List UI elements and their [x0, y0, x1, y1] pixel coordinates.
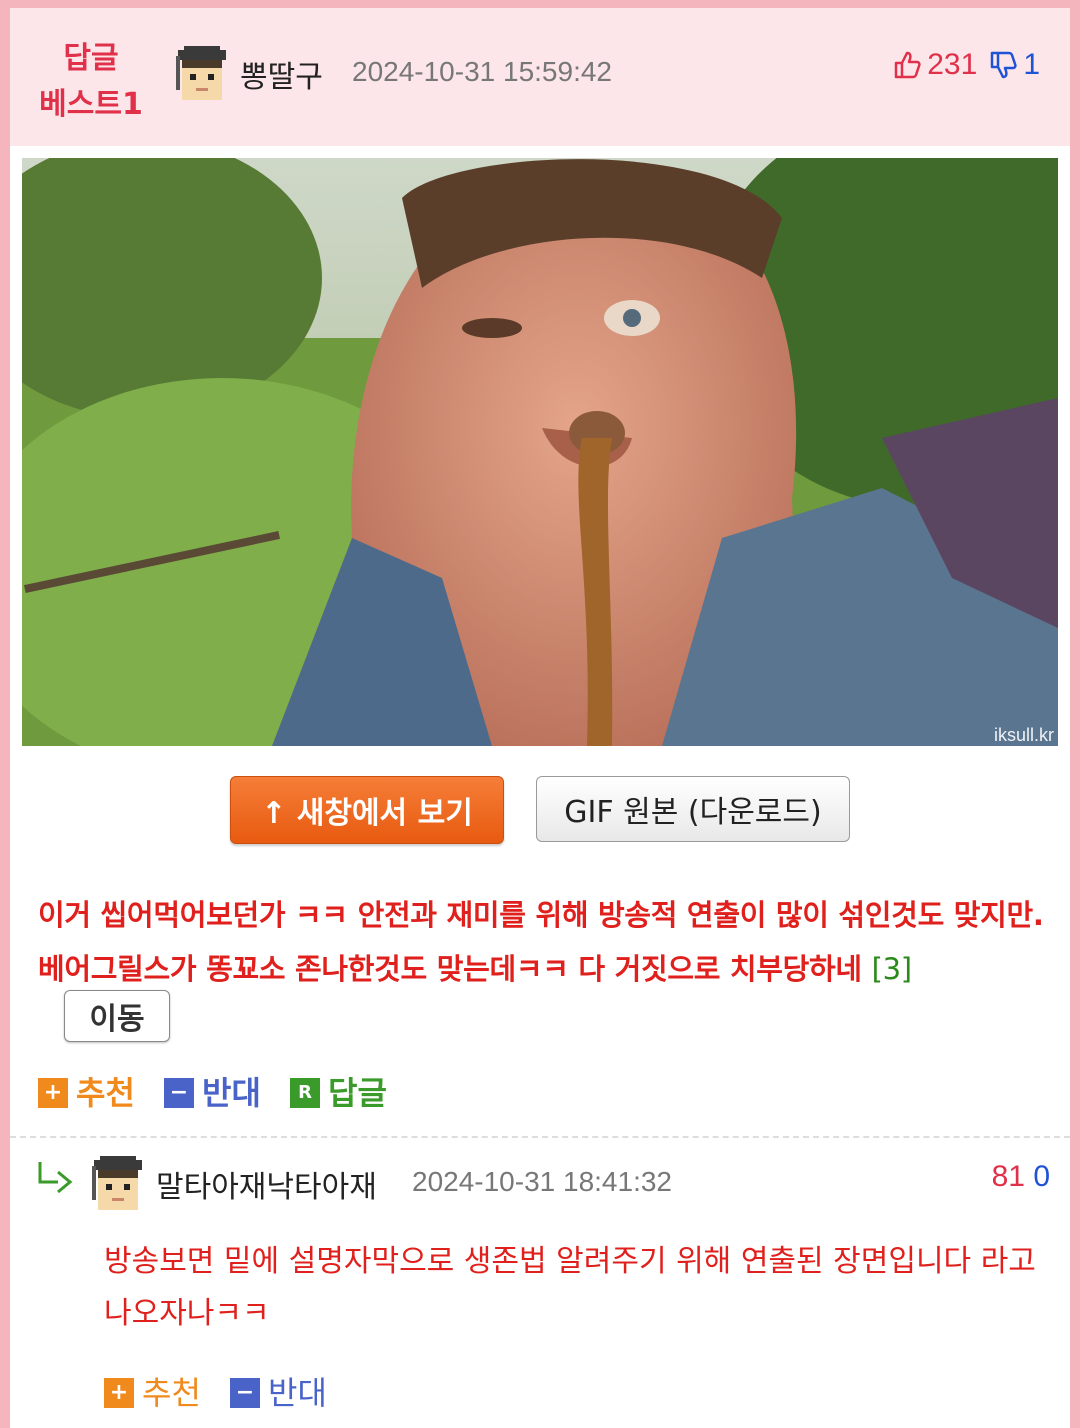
- comment-body: 이거 씹어먹어보던가 ㅋㅋ 안전과 재미를 위해 방송적 연출이 많이 섞인것도…: [38, 888, 1058, 996]
- thumbs-up-icon[interactable]: [893, 50, 921, 80]
- reply-body: 방송보면 밑에 설명자막으로 생존법 알려주기 위해 연출된 장면입니다 라고 …: [104, 1244, 1036, 1331]
- reply-oppose-label: 반대: [268, 1374, 327, 1412]
- best-comment-header: 답글 베스트1 뽕딸구 2024-10-31 15:59:42 231 1: [10, 8, 1070, 146]
- oppose-label: 반대: [202, 1074, 261, 1112]
- gif-original-download-button[interactable]: GIF 원본 (다운로드): [536, 776, 850, 842]
- reply-arrow-icon: [38, 1162, 73, 1194]
- plus-icon: +: [38, 1078, 68, 1108]
- minus-icon: −: [164, 1078, 194, 1108]
- comment-divider: [10, 1136, 1070, 1138]
- thumbs-down-icon[interactable]: [989, 50, 1017, 80]
- avatar-icon[interactable]: [90, 1156, 146, 1216]
- reply-button[interactable]: R 답글: [290, 1068, 387, 1114]
- oppose-button[interactable]: − 반대: [164, 1068, 261, 1114]
- avatar-icon[interactable]: [174, 46, 230, 106]
- downvote-count: 1: [1023, 48, 1040, 81]
- vote-counts: 231 1: [893, 48, 1040, 82]
- reply-label: 답글: [328, 1074, 387, 1112]
- comment-timestamp: 2024-10-31 15:59:42: [352, 56, 612, 87]
- best-reply-badge: 답글 베스트1: [32, 36, 150, 128]
- reply-timestamp: 2024-10-31 18:41:32: [412, 1166, 672, 1197]
- reply-oppose-button[interactable]: − 반대: [230, 1368, 327, 1414]
- recommend-label: 추천: [76, 1074, 135, 1112]
- gif-image[interactable]: iksull.kr: [22, 158, 1058, 746]
- reply-upvote-count: 81: [991, 1160, 1025, 1193]
- recommend-button[interactable]: + 추천: [38, 1068, 135, 1114]
- reply-recommend-label: 추천: [142, 1374, 201, 1412]
- reply-nickname[interactable]: 말타아재낙타아재: [156, 1162, 377, 1206]
- comment-nickname[interactable]: 뽕딸구: [240, 52, 323, 96]
- reply-downvote-count: 0: [1033, 1160, 1050, 1193]
- reply-count[interactable]: [3]: [872, 952, 912, 986]
- badge-line-1: 답글: [63, 41, 119, 76]
- comment-panel: 답글 베스트1 뽕딸구 2024-10-31 15:59:42 231 1 ik…: [10, 8, 1070, 1428]
- reply-r-icon: R: [290, 1078, 320, 1108]
- upvote-count: 231: [927, 48, 978, 81]
- minus-icon: −: [230, 1378, 260, 1408]
- image-watermark: iksull.kr: [993, 725, 1054, 745]
- gif-scene: [22, 158, 1058, 746]
- move-button[interactable]: 이동: [64, 990, 170, 1042]
- reply-recommend-button[interactable]: + 추천: [104, 1368, 201, 1414]
- open-new-window-button[interactable]: ↑ 새창에서 보기: [230, 776, 504, 844]
- reply-vote-counts: 81 0: [992, 1160, 1050, 1194]
- badge-line-2: 베스트1: [39, 87, 143, 122]
- plus-icon: +: [104, 1378, 134, 1408]
